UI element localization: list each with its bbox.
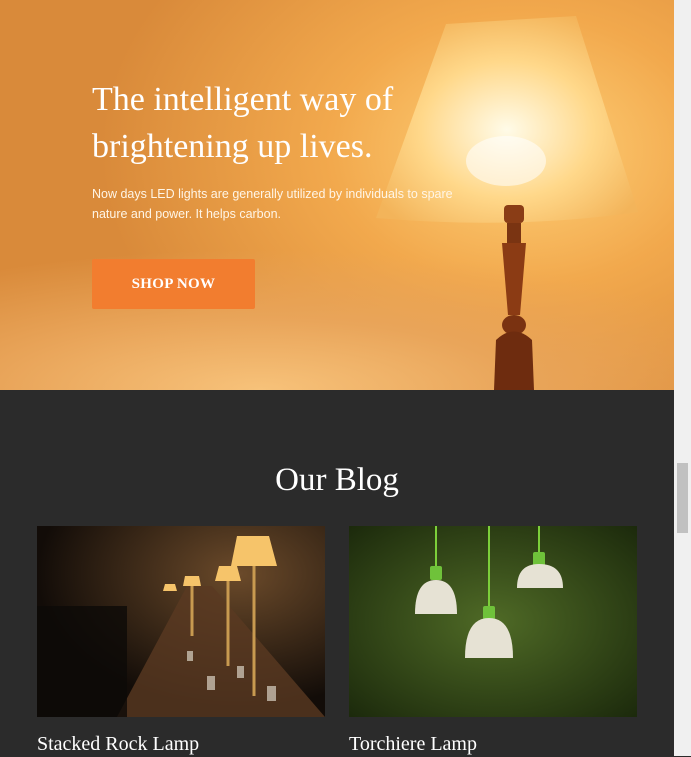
hero-subtitle: Now days LED lights are generally utiliz…: [92, 187, 453, 221]
dining-hall-lamps-photo: [37, 526, 325, 717]
blog-post-image-1[interactable]: [37, 526, 325, 717]
blog-post-title-1[interactable]: Stacked Rock Lamp: [37, 731, 199, 757]
lamp-stem-image: [494, 205, 534, 390]
blog-heading: Our Blog: [275, 462, 399, 498]
scrollbar-thumb[interactable]: [677, 463, 688, 533]
hero-banner: The intelligent way of brightening up li…: [0, 0, 674, 390]
pendant-lamps-on-grass-photo: [349, 526, 637, 717]
blog-post-title-2[interactable]: Torchiere Lamp: [349, 731, 477, 757]
hero-title: The intelligent way of brightening up li…: [92, 81, 394, 165]
blog-post-image-2[interactable]: [349, 526, 637, 717]
page-scrollbar[interactable]: [674, 0, 691, 756]
shop-now-button[interactable]: SHOP NOW: [92, 259, 255, 309]
